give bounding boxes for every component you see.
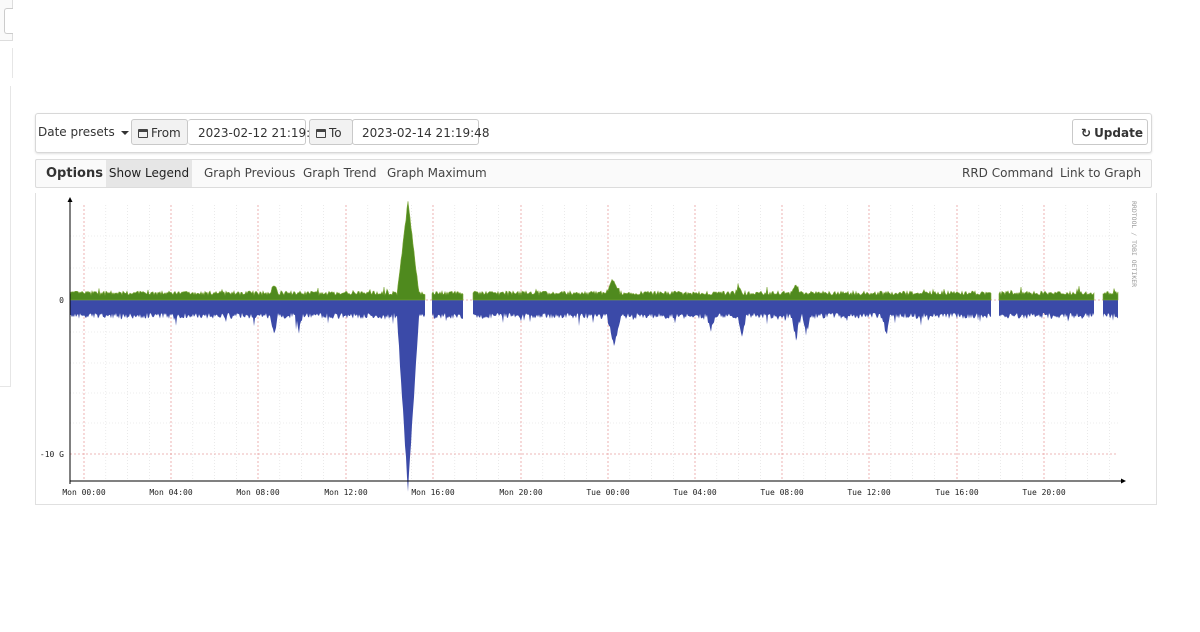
- update-label: Update: [1094, 126, 1143, 140]
- from-label: From: [131, 119, 188, 145]
- options-title: Options: [46, 166, 103, 181]
- inbound-traffic-area: [70, 201, 1118, 300]
- date-presets-dropdown[interactable]: Date presets: [36, 119, 129, 145]
- calendar-icon: [138, 129, 148, 138]
- rrd-command-button[interactable]: RRD Command: [962, 160, 1053, 187]
- x-tick-label: Tue 04:00: [673, 488, 717, 497]
- options-bar: Options Show Legend Graph Previous Graph…: [35, 159, 1152, 188]
- refresh-icon: ↻: [1081, 126, 1092, 140]
- graph-maximum-button[interactable]: Graph Maximum: [387, 160, 487, 187]
- traffic-graph: 0 -10 G Mon 00:00 Mon 04:00 Mon 08:00 Mon 12:…: [35, 193, 1157, 505]
- graph-trend-button[interactable]: Graph Trend: [303, 160, 376, 187]
- date-presets-label: Date presets: [38, 125, 115, 139]
- to-date-input[interactable]: 2023-02-14 21:19:48: [352, 119, 489, 145]
- caret-down-icon: [120, 130, 129, 135]
- link-to-graph-button[interactable]: Link to Graph: [1060, 160, 1141, 187]
- x-tick-label: Mon 04:00: [149, 488, 193, 497]
- x-tick-label: Tue 08:00: [760, 488, 804, 497]
- y-axis-arrow: [67, 197, 73, 202]
- x-tick-label: Tue 12:00: [847, 488, 891, 497]
- to-label-text: To: [329, 126, 342, 140]
- background-panel-edge: [0, 48, 13, 78]
- to-label: To: [309, 119, 353, 145]
- date-range-toolbar: Date presets From 2023-02-12 21:19:4 To …: [35, 113, 1152, 153]
- x-tick-label: Mon 12:00: [324, 488, 368, 497]
- x-tick-label: Mon 00:00: [62, 488, 106, 497]
- rrdtool-watermark: RRDTOOL / TOBI OETIKER: [1130, 201, 1138, 287]
- x-tick-label: Mon 08:00: [236, 488, 280, 497]
- x-tick-label: Mon 20:00: [499, 488, 543, 497]
- background-window-edge: [0, 0, 13, 41]
- from-date-input[interactable]: 2023-02-12 21:19:4: [188, 119, 318, 145]
- from-label-text: From: [151, 126, 181, 140]
- y-tick-label: -10 G: [40, 450, 64, 459]
- x-axis-arrow: [1121, 478, 1126, 484]
- outbound-traffic-area: [70, 300, 1118, 492]
- y-tick-label: 0: [59, 296, 64, 305]
- x-tick-label: Mon 16:00: [411, 488, 455, 497]
- traffic-graph-svg: 0 -10 G Mon 00:00 Mon 04:00 Mon 08:00 Mon 12:…: [40, 197, 1138, 497]
- calendar-icon: [316, 129, 326, 138]
- x-tick-label: Tue 16:00: [935, 488, 979, 497]
- x-tick-label: Tue 20:00: [1022, 488, 1066, 497]
- show-legend-button[interactable]: Show Legend: [106, 160, 192, 187]
- inbound-traffic-outline: [69, 201, 1119, 301]
- x-tick-label: Tue 00:00: [586, 488, 630, 497]
- background-input-edge: [4, 8, 13, 34]
- background-panel-edge: [0, 86, 11, 387]
- graph-previous-button[interactable]: Graph Previous: [204, 160, 295, 187]
- update-button[interactable]: ↻ Update: [1072, 119, 1148, 145]
